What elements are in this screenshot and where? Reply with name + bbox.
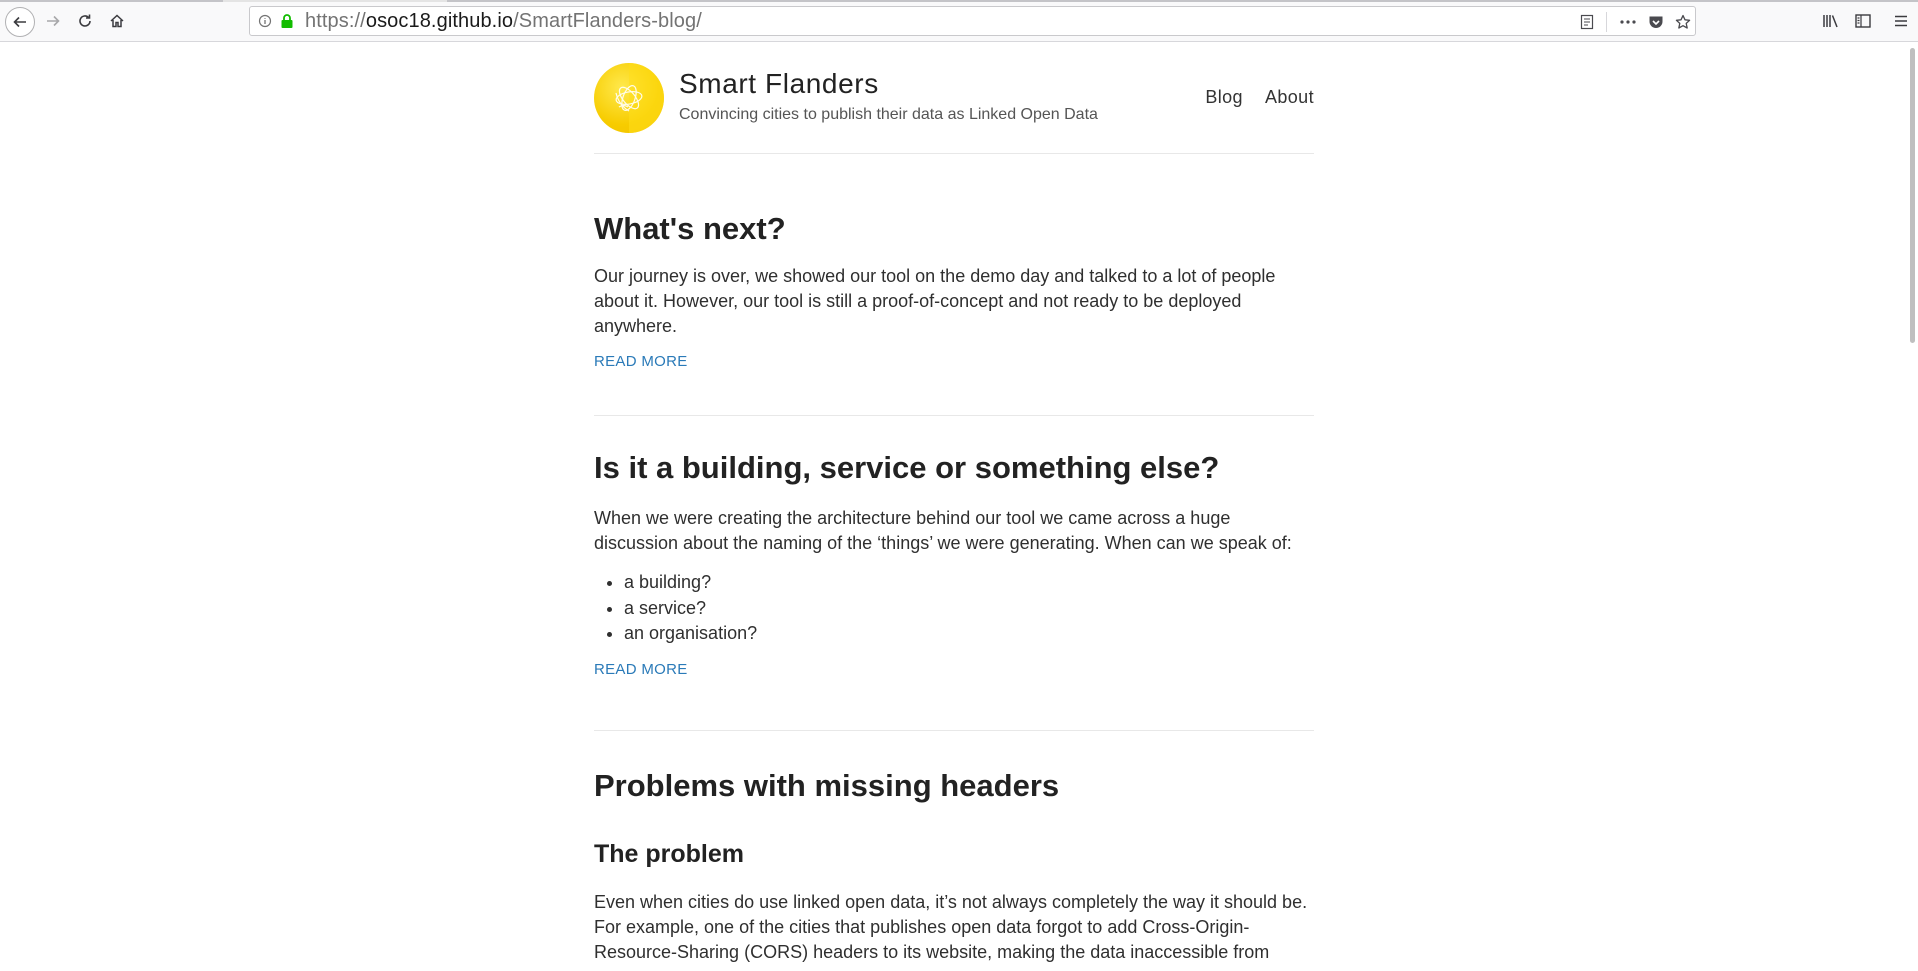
back-button[interactable] bbox=[5, 7, 35, 37]
post-list: a building? a service? an organisation? bbox=[594, 570, 1314, 647]
library-button[interactable] bbox=[1820, 11, 1842, 31]
more-icon bbox=[1620, 20, 1636, 24]
home-icon bbox=[110, 14, 124, 28]
pocket-button[interactable] bbox=[1646, 13, 1666, 31]
post-excerpt: Our journey is over, we showed our tool … bbox=[594, 266, 1276, 336]
page-scrollbar[interactable] bbox=[1906, 42, 1918, 971]
read-more-link[interactable]: READ MORE bbox=[594, 661, 688, 678]
tab-indicator[interactable] bbox=[0, 0, 223, 2]
read-more-link[interactable]: READ MORE bbox=[594, 353, 688, 370]
flower-logo-icon bbox=[615, 63, 664, 133]
page-actions-button[interactable] bbox=[1618, 13, 1638, 31]
forward-icon bbox=[47, 15, 60, 27]
url-host: osoc18.github.io bbox=[365, 10, 514, 32]
browser-toolbar: https://osoc18.github.io/SmartFlanders-b… bbox=[0, 0, 1918, 42]
post-item: Is it a building, service or something e… bbox=[594, 416, 1314, 731]
list-item: a service? bbox=[624, 596, 1314, 622]
post-subheading: The problem bbox=[594, 840, 745, 868]
url-text[interactable]: https://osoc18.github.io/SmartFlanders-b… bbox=[305, 11, 702, 31]
nav-link-about[interactable]: About bbox=[1265, 87, 1314, 108]
post-title[interactable]: Is it a building, service or something e… bbox=[594, 449, 1314, 487]
reload-button[interactable] bbox=[70, 6, 100, 36]
site-nav: Blog About bbox=[1205, 87, 1314, 108]
back-icon bbox=[13, 16, 26, 28]
bookmark-star-icon bbox=[1675, 14, 1691, 29]
info-icon[interactable] bbox=[258, 14, 272, 28]
tab-strip bbox=[0, 0, 1918, 2]
url-separator bbox=[1606, 12, 1607, 32]
url-bar[interactable]: https://osoc18.github.io/SmartFlanders-b… bbox=[249, 6, 1696, 36]
reload-icon bbox=[79, 14, 91, 27]
nav-link-blog[interactable]: Blog bbox=[1205, 87, 1243, 108]
post-excerpt: Even when cities do use linked open data… bbox=[594, 892, 1308, 962]
post-excerpt: When we were creating the architecture b… bbox=[594, 508, 1292, 553]
reader-view-button[interactable] bbox=[1577, 13, 1597, 31]
menu-button[interactable] bbox=[1890, 11, 1912, 31]
scrollbar-thumb[interactable] bbox=[1910, 48, 1915, 343]
url-path: /SmartFlanders-blog/ bbox=[513, 10, 702, 32]
list-item: a building? bbox=[624, 570, 1314, 596]
site-logo[interactable] bbox=[594, 63, 664, 133]
hamburger-menu-icon bbox=[1895, 15, 1907, 27]
post-title[interactable]: What's next? bbox=[594, 210, 1314, 248]
sidebar-button[interactable] bbox=[1852, 11, 1874, 31]
site-title[interactable]: Smart Flanders bbox=[679, 68, 879, 100]
post-title[interactable]: Problems with missing headers bbox=[594, 767, 1314, 805]
forward-button[interactable] bbox=[38, 6, 68, 36]
library-icon bbox=[1823, 15, 1838, 28]
page-content: Smart Flanders Convincing cities to publ… bbox=[594, 42, 1314, 965]
pocket-icon bbox=[1649, 16, 1663, 28]
site-tagline: Convincing cities to publish their data … bbox=[679, 106, 1098, 123]
lock-icon[interactable] bbox=[280, 13, 294, 29]
post-item: What's next? Our journey is over, we sho… bbox=[594, 154, 1314, 416]
post-item: Problems with missing headers The proble… bbox=[594, 731, 1314, 965]
home-button[interactable] bbox=[102, 6, 132, 36]
list-item: an organisation? bbox=[624, 621, 1314, 647]
tab-indicator-secondary bbox=[447, 0, 1918, 2]
site-header: Smart Flanders Convincing cities to publ… bbox=[594, 42, 1314, 154]
reader-view-icon bbox=[1580, 14, 1594, 30]
sidebar-icon bbox=[1855, 14, 1871, 28]
bookmark-button[interactable] bbox=[1673, 13, 1693, 31]
url-scheme: https:// bbox=[305, 10, 366, 32]
